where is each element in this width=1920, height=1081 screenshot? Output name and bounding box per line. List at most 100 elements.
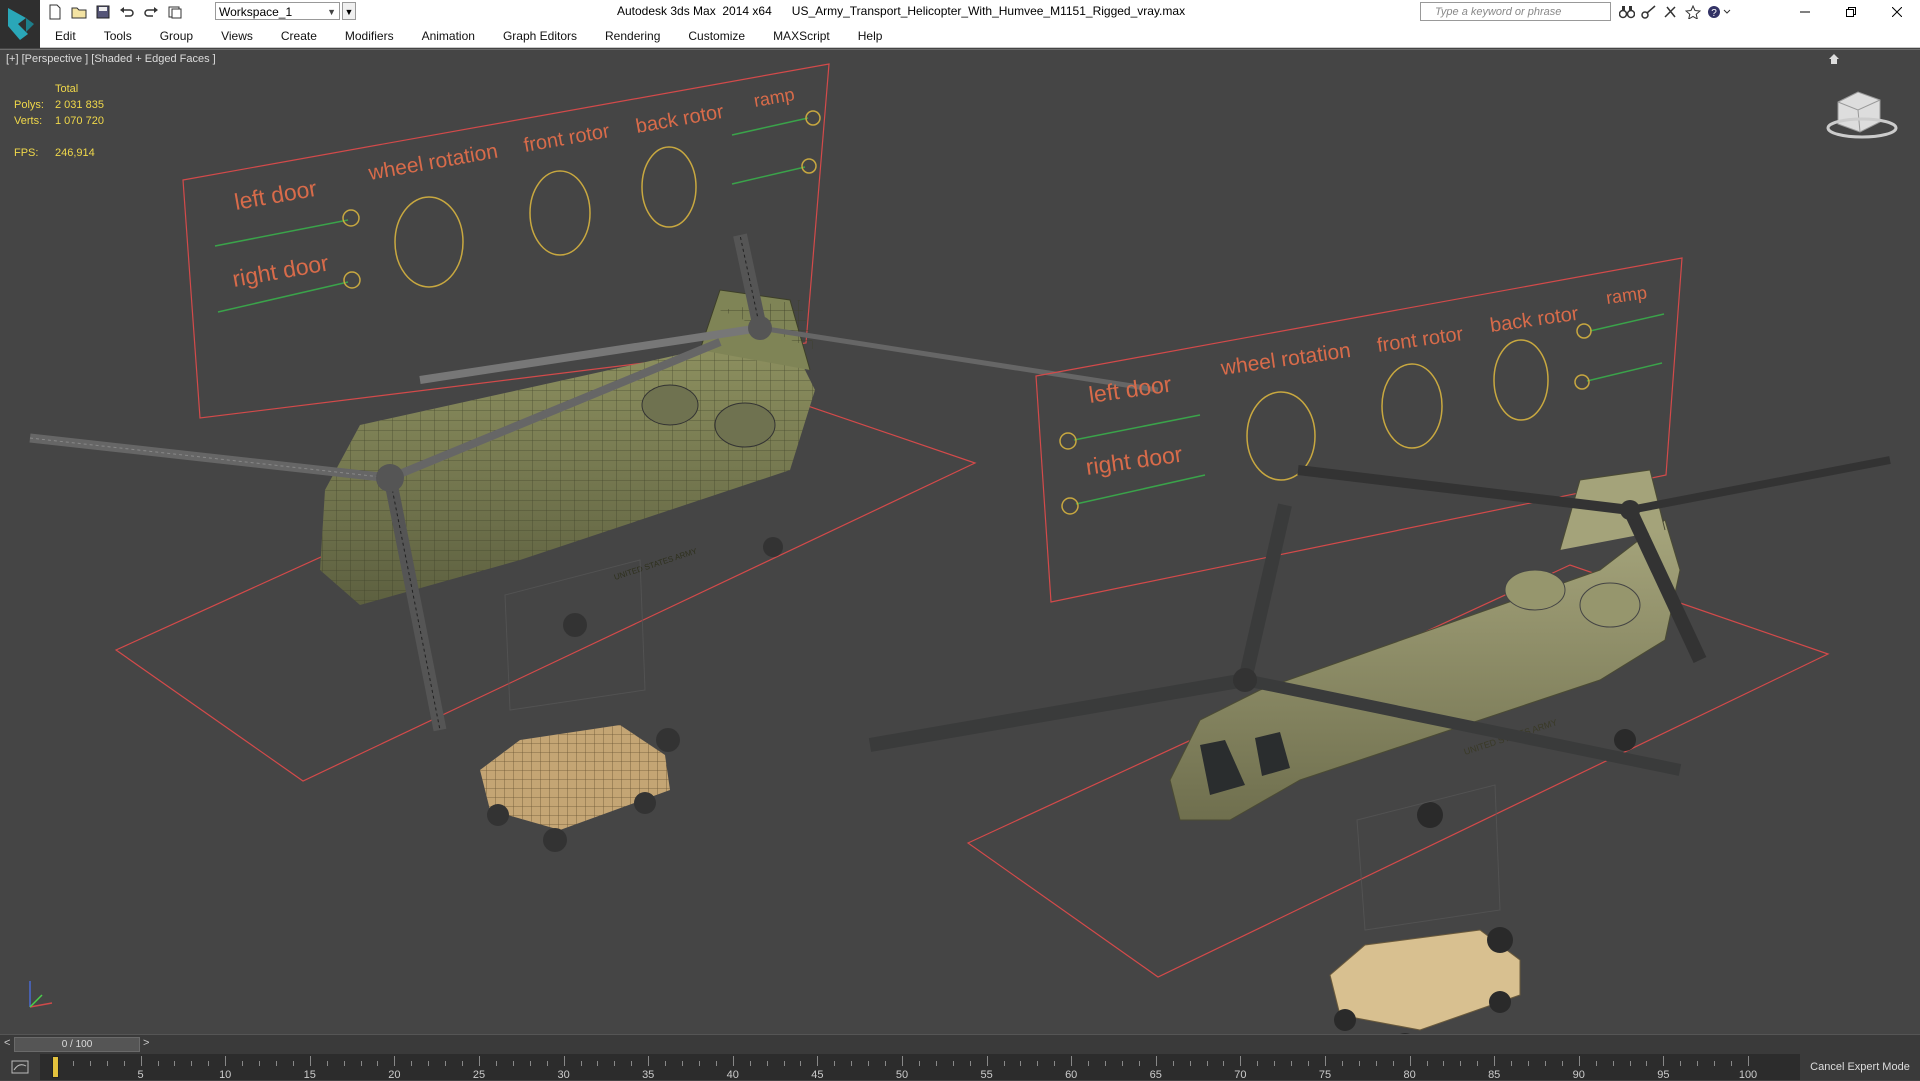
frame-tick bbox=[851, 1061, 853, 1066]
right-left-door-slider-knob[interactable] bbox=[1059, 432, 1077, 450]
frame-tick bbox=[343, 1061, 345, 1066]
perspective-viewport[interactable]: left door right door wheel rotation fron… bbox=[0, 49, 1920, 1034]
new-file-icon[interactable] bbox=[46, 3, 64, 21]
menu-graph-editors[interactable]: Graph Editors bbox=[489, 29, 591, 43]
help-icon[interactable]: ? bbox=[1704, 3, 1734, 21]
right-right-door-slider-knob[interactable] bbox=[1061, 497, 1079, 515]
menu-group[interactable]: Group bbox=[146, 29, 207, 43]
home-icon[interactable] bbox=[1828, 52, 1840, 70]
scene-canvas[interactable]: left door right door wheel rotation fron… bbox=[0, 50, 1920, 1034]
frame-tick bbox=[1206, 1061, 1208, 1066]
frame-tick bbox=[1121, 1061, 1123, 1066]
menu-rendering[interactable]: Rendering bbox=[591, 29, 674, 43]
workspace-dropdown[interactable]: Workspace_1 ▼ bbox=[215, 2, 340, 20]
time-slider[interactable]: 0 / 100 bbox=[14, 1037, 140, 1052]
frame-tick bbox=[1663, 1056, 1665, 1066]
frame-tick bbox=[326, 1061, 328, 1066]
current-frame-marker[interactable] bbox=[52, 1056, 59, 1078]
frame-ruler[interactable]: 0510152025303540455055606570758085909510… bbox=[53, 1054, 1757, 1081]
curve-editor-icon[interactable] bbox=[0, 1054, 40, 1080]
menu-edit[interactable]: Edit bbox=[40, 29, 90, 43]
wheel-rotation-control[interactable] bbox=[394, 196, 464, 288]
communication-center-icon[interactable] bbox=[1660, 3, 1682, 21]
frame-tick bbox=[1426, 1061, 1428, 1066]
menu-customize[interactable]: Customize bbox=[674, 29, 759, 43]
menu-views[interactable]: Views bbox=[207, 29, 267, 43]
frame-tick bbox=[682, 1061, 684, 1066]
subscription-key-icon[interactable] bbox=[1638, 3, 1660, 21]
menu-animation[interactable]: Animation bbox=[408, 29, 489, 43]
right-ramp-slider-knob-2[interactable] bbox=[1574, 374, 1590, 390]
back-rotor-control[interactable] bbox=[641, 146, 697, 228]
frame-tick bbox=[259, 1061, 261, 1066]
right-back-rotor-control[interactable] bbox=[1493, 339, 1549, 421]
frame-tick bbox=[292, 1061, 294, 1066]
menu-maxscript[interactable]: MAXScript bbox=[759, 29, 844, 43]
right-ground-plane bbox=[966, 564, 1830, 978]
frame-tick-label: 15 bbox=[303, 1069, 316, 1081]
frame-tick bbox=[902, 1056, 903, 1066]
window-title: Autodesk 3ds Max 2014 x64 US_Army_Transp… bbox=[617, 4, 1185, 18]
menu-tools[interactable]: Tools bbox=[90, 29, 146, 43]
frame-tick bbox=[885, 1061, 887, 1066]
workspace-menu-button[interactable]: ▼ bbox=[342, 2, 356, 20]
frame-tick bbox=[868, 1061, 870, 1066]
frame-tick bbox=[1477, 1061, 1479, 1066]
right-door-slider-knob[interactable] bbox=[343, 271, 361, 289]
track-bar[interactable]: 0510152025303540455055606570758085909510… bbox=[0, 1054, 1920, 1081]
app-logo-button[interactable] bbox=[0, 0, 40, 48]
open-file-icon[interactable] bbox=[70, 3, 88, 21]
ramp-slider-knob-2[interactable] bbox=[801, 158, 817, 174]
search-input[interactable]: Type a keyword or phrase bbox=[1420, 2, 1611, 21]
right-front-rotor-control[interactable] bbox=[1381, 363, 1443, 449]
close-button[interactable] bbox=[1874, 0, 1920, 24]
back-rotor-label: back rotor bbox=[634, 101, 726, 138]
frame-tick bbox=[1561, 1061, 1563, 1066]
menu-create[interactable]: Create bbox=[267, 29, 331, 43]
frame-tick bbox=[1748, 1056, 1749, 1066]
save-icon[interactable] bbox=[94, 3, 112, 21]
right-helicopter-shaded[interactable]: UNITED STATES ARMY bbox=[868, 456, 1891, 828]
ramp-slider-knob-1[interactable] bbox=[805, 110, 821, 126]
undo-icon[interactable] bbox=[118, 3, 136, 21]
binoculars-icon[interactable] bbox=[1616, 3, 1638, 21]
frame-tick-label: 75 bbox=[1318, 1069, 1332, 1081]
right-front-rotor-label: front rotor bbox=[1376, 323, 1465, 357]
quick-access-toolbar bbox=[46, 3, 190, 21]
left-door-slider-knob[interactable] bbox=[342, 209, 360, 227]
cancel-expert-mode-button[interactable]: Cancel Expert Mode bbox=[1800, 1054, 1920, 1080]
frame-tick-label: 10 bbox=[219, 1069, 232, 1081]
menu-modifiers[interactable]: Modifiers bbox=[331, 29, 408, 43]
left-helicopter-wireframe[interactable]: UNITED STATES ARMY bbox=[29, 233, 1159, 732]
frame-tick bbox=[1612, 1061, 1614, 1066]
frame-tick bbox=[479, 1056, 480, 1066]
frame-tick bbox=[834, 1061, 836, 1066]
project-folder-icon[interactable] bbox=[166, 3, 184, 21]
frame-tick bbox=[462, 1061, 464, 1066]
right-ramp-slider-knob-1[interactable] bbox=[1576, 323, 1592, 339]
right-door-label: right door bbox=[230, 249, 331, 292]
frame-tick bbox=[1054, 1061, 1056, 1066]
restore-button[interactable] bbox=[1828, 0, 1874, 24]
frame-tick bbox=[275, 1061, 277, 1066]
menu-help[interactable]: Help bbox=[844, 29, 897, 43]
frame-tick bbox=[665, 1061, 667, 1066]
frame-tick bbox=[1088, 1061, 1090, 1066]
frame-tick bbox=[1291, 1061, 1293, 1066]
front-rotor-control[interactable] bbox=[529, 170, 591, 256]
viewport-label[interactable]: [+] [Perspective ] [Shaded + Edged Faces… bbox=[6, 53, 216, 65]
favorites-star-icon[interactable] bbox=[1682, 3, 1704, 21]
title-bar: Workspace_1 ▼ ▼ Autodesk 3ds Max 2014 x64… bbox=[0, 0, 1920, 24]
redo-icon[interactable] bbox=[142, 3, 160, 21]
left-humvee-wireframe[interactable] bbox=[480, 559, 680, 852]
frame-tick bbox=[1341, 1061, 1343, 1066]
frame-tick bbox=[1443, 1061, 1445, 1066]
viewcube[interactable] bbox=[1824, 80, 1902, 140]
next-frame-button[interactable]: > bbox=[143, 1037, 149, 1049]
frame-tick bbox=[428, 1061, 430, 1066]
right-back-rotor-label: back rotor bbox=[1489, 303, 1580, 337]
frame-tick bbox=[935, 1061, 937, 1066]
minimize-button[interactable] bbox=[1782, 0, 1828, 24]
right-control-panel[interactable]: left door right door wheel rotation fron… bbox=[1035, 257, 1683, 603]
previous-frame-button[interactable]: < bbox=[4, 1037, 10, 1049]
